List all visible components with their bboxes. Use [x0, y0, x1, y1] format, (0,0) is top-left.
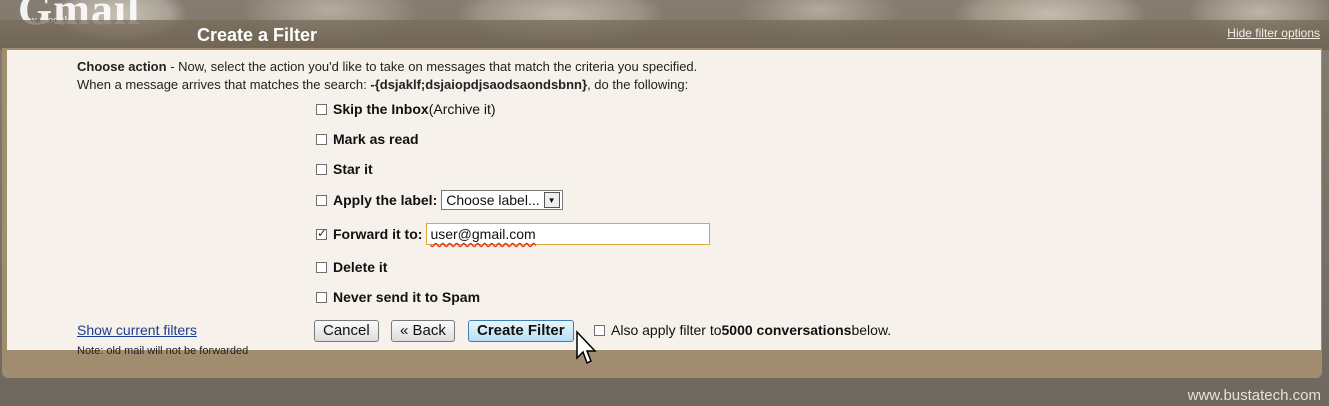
action-forward: Forward it to: user@gmail.com — [316, 223, 711, 245]
watermark: www.bustatech.com — [1187, 387, 1321, 404]
apply-label-checkbox[interactable] — [316, 194, 327, 206]
never-spam-checkbox[interactable] — [316, 291, 327, 303]
skip-inbox-suffix: (Archive it) — [428, 101, 496, 117]
forward-label: Forward it to: — [333, 226, 423, 242]
also-apply-option: Also apply filter to 5000 conversations … — [594, 322, 891, 338]
cancel-button[interactable]: Cancel — [314, 320, 379, 342]
label-select[interactable]: Choose label... ▼ — [441, 190, 563, 210]
action-apply-label: Apply the label: Choose label... ▼ — [316, 190, 563, 210]
action-star: Star it — [316, 161, 373, 177]
star-label: Star it — [333, 161, 373, 177]
mark-read-checkbox[interactable] — [316, 133, 327, 145]
label-select-value: Choose label... — [446, 192, 540, 208]
show-current-filters-link[interactable]: Show current filters — [77, 322, 197, 338]
star-checkbox[interactable] — [316, 163, 327, 175]
action-skip-inbox: Skip the Inbox (Archive it) — [316, 101, 496, 117]
intro-line-1: Choose action - Now, select the action y… — [77, 59, 697, 74]
mouse-pointer-icon — [576, 330, 597, 365]
also-apply-prefix: Also apply filter to — [611, 322, 722, 338]
dropdown-arrow-icon: ▼ — [543, 192, 560, 208]
hide-filter-options-link[interactable]: Hide filter options — [1227, 26, 1320, 40]
forward-email-input[interactable]: user@gmail.com — [426, 223, 711, 245]
forward-note: Note: old mail will not be forwarded — [77, 345, 249, 357]
apply-label-label: Apply the label: — [333, 192, 438, 208]
action-delete: Delete it — [316, 259, 387, 275]
intro-line2-prefix: When a message arrives that matches the … — [77, 77, 371, 92]
page-title: Create a Filter — [197, 25, 318, 45]
intro-lead: Choose action — [77, 59, 167, 74]
skip-inbox-checkbox[interactable] — [316, 103, 327, 115]
also-apply-count: 5000 conversations — [721, 322, 852, 338]
back-button[interactable]: « Back — [391, 320, 455, 342]
search-query: -{dsjaklf;dsjaiopdjsaodsaondsbnn} — [370, 77, 588, 92]
action-never-spam: Never send it to Spam — [316, 289, 480, 305]
also-apply-suffix: below. — [851, 322, 892, 338]
intro-line2-suffix: , do the following: — [587, 77, 689, 92]
skip-inbox-label: Skip the Inbox — [333, 101, 429, 117]
delete-label: Delete it — [333, 259, 388, 275]
create-filter-button[interactable]: Create Filter — [468, 320, 574, 342]
intro-line-2: When a message arrives that matches the … — [77, 77, 688, 92]
mark-read-label: Mark as read — [333, 131, 419, 147]
action-mark-read: Mark as read — [316, 131, 419, 147]
delete-checkbox[interactable] — [316, 261, 327, 273]
never-spam-label: Never send it to Spam — [333, 289, 481, 305]
filter-panel — [7, 50, 1321, 350]
intro-line1-text: - Now, select the action you'd like to t… — [166, 59, 698, 74]
forward-checkbox[interactable] — [316, 226, 327, 240]
